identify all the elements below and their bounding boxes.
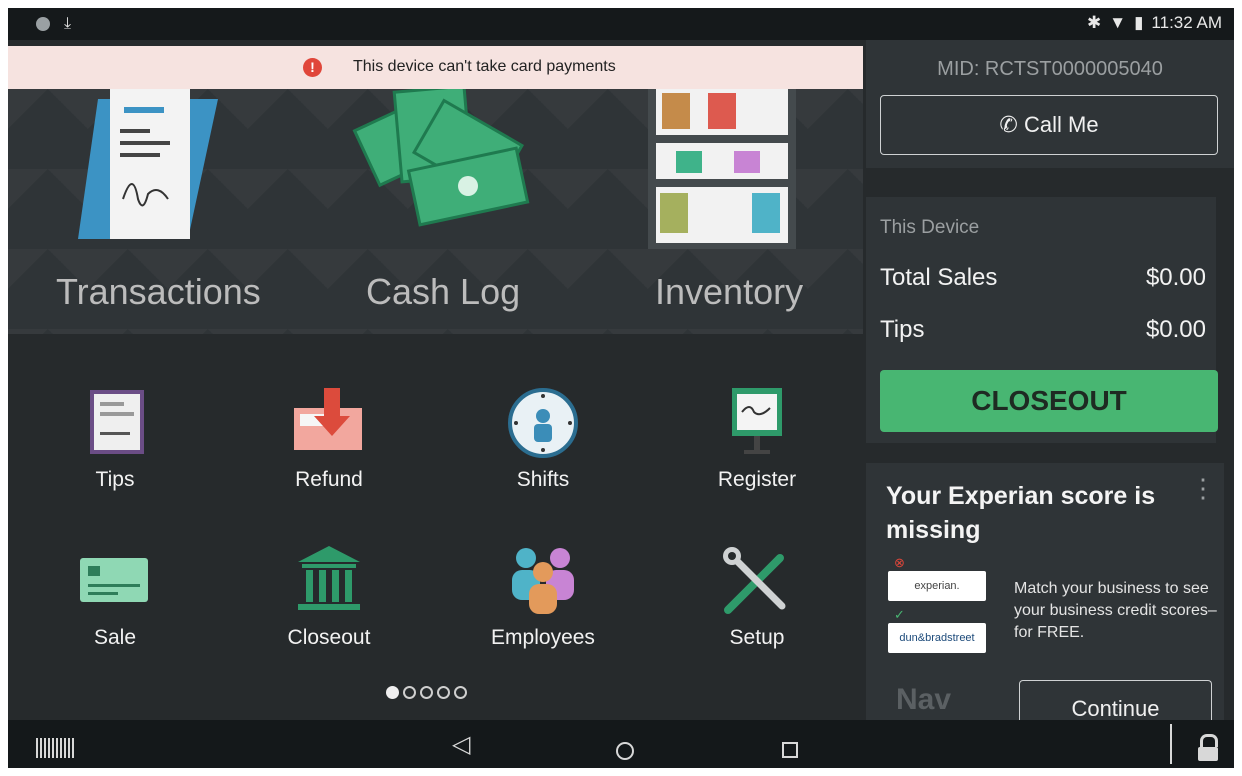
page-dot[interactable] [437, 686, 450, 699]
device-screen: ⤓ ✱ ▼ ▮ 11:32 AM ! This device can't tak… [8, 8, 1234, 768]
register-icon [732, 388, 782, 454]
card-payment-warning-banner: ! This device can't take card payments [8, 46, 863, 89]
promo-description: Match your business to see your business… [1014, 580, 1217, 641]
tips-value: $0.00 [1145, 316, 1206, 343]
tile-cash-log[interactable]: Cash Log [293, 89, 578, 334]
nav-logo: Nav [896, 683, 952, 716]
page-dot[interactable] [386, 686, 399, 699]
app-label: Shifts [516, 468, 570, 491]
promo-title: Your Experian score is missing [886, 482, 1156, 544]
app-label: Tips [95, 468, 135, 491]
hero-tiles: Transactions Cash Log Inventory [8, 89, 863, 334]
overflow-menu-icon[interactable]: ⋮ [1190, 475, 1216, 501]
barcode-icon[interactable] [36, 738, 76, 758]
status-bar: ⤓ ✱ ▼ ▮ 11:32 AM [8, 8, 1234, 40]
total-sales-label: Total Sales [880, 264, 998, 291]
lock-icon[interactable] [1198, 734, 1218, 761]
app-label: Sale [93, 626, 137, 649]
bluetooth-icon: ✱ [1086, 13, 1102, 32]
banner-text: This device can't take card payments [353, 58, 616, 75]
total-sales-value: $0.00 [1145, 264, 1206, 291]
app-label: Setup [729, 626, 785, 649]
tile-inventory[interactable]: Inventory [578, 89, 863, 334]
check-mark-icon: ✓ [894, 607, 905, 622]
app-setup[interactable]: Setup [662, 540, 852, 670]
recents-icon[interactable] [782, 742, 798, 758]
tile-label: Transactions [56, 271, 261, 312]
page-indicator[interactable] [386, 686, 467, 699]
merchant-panel: MID: RCTST0000005040 ✆ Call Me [866, 40, 1234, 168]
tips-label: Tips [880, 316, 925, 343]
tile-label: Cash Log [366, 271, 521, 312]
card-icon [80, 558, 148, 602]
dnb-logo: dun&bradstreet [888, 623, 986, 653]
device-summary-panel: This Device Total Sales $0.00 Tips $0.00… [866, 197, 1218, 443]
page-dot[interactable] [454, 686, 467, 699]
page-dot[interactable] [403, 686, 416, 699]
back-icon[interactable]: ◁ [452, 730, 470, 759]
divider [1170, 724, 1172, 764]
app-employees[interactable]: Employees [448, 540, 638, 670]
tile-label: Inventory [655, 271, 804, 312]
clock-icon [508, 388, 578, 458]
people-icon [512, 548, 574, 614]
page-dot[interactable] [420, 686, 433, 699]
cash-icon [352, 89, 530, 227]
home-icon[interactable] [616, 742, 634, 760]
app-sale[interactable]: Sale [20, 540, 210, 670]
app-label: Register [717, 468, 797, 491]
experian-logo: experian. [888, 571, 986, 601]
tile-transactions[interactable]: Transactions [8, 89, 293, 334]
merchant-id: MID: RCTST0000005040 [937, 58, 1163, 80]
alert-icon: ! [303, 58, 322, 77]
bank-icon [298, 546, 360, 610]
app-closeout[interactable]: Closeout [234, 540, 424, 670]
battery-icon: ▮ [1134, 13, 1144, 32]
app-label: Closeout [287, 626, 371, 649]
app-shifts[interactable]: Shifts [448, 382, 638, 512]
app-label: Refund [295, 468, 363, 491]
wrench-icon [723, 547, 786, 614]
receipt-icon [78, 89, 218, 239]
phone-icon: ✆ [999, 112, 1018, 137]
tips-row: Tips $0.00 [880, 316, 1206, 344]
experian-promo-card: Your Experian score is missing ⋮ ⊗ exper… [866, 463, 1224, 735]
app-tips[interactable]: Tips [20, 382, 210, 512]
app-register[interactable]: Register [662, 382, 852, 512]
tips-icon [90, 390, 144, 454]
system-nav-bar: ◁ [8, 720, 1234, 768]
notification-dot-icon [36, 17, 50, 31]
app-label: Employees [491, 626, 595, 649]
error-mark-icon: ⊗ [894, 555, 905, 570]
closeout-button[interactable]: CLOSEOUT [880, 370, 1218, 432]
clock-time: 11:32 AM [1151, 13, 1222, 32]
download-icon: ⤓ [64, 15, 72, 32]
total-sales-row: Total Sales $0.00 [880, 264, 1206, 292]
device-panel-title: This Device [880, 217, 980, 238]
call-me-label: Call Me [1023, 112, 1099, 137]
shelf-icon [648, 89, 796, 249]
refund-icon [294, 388, 362, 450]
wifi-icon: ▼ [1109, 13, 1127, 32]
call-me-button[interactable]: ✆ Call Me [880, 95, 1218, 155]
app-refund[interactable]: Refund [234, 382, 424, 512]
